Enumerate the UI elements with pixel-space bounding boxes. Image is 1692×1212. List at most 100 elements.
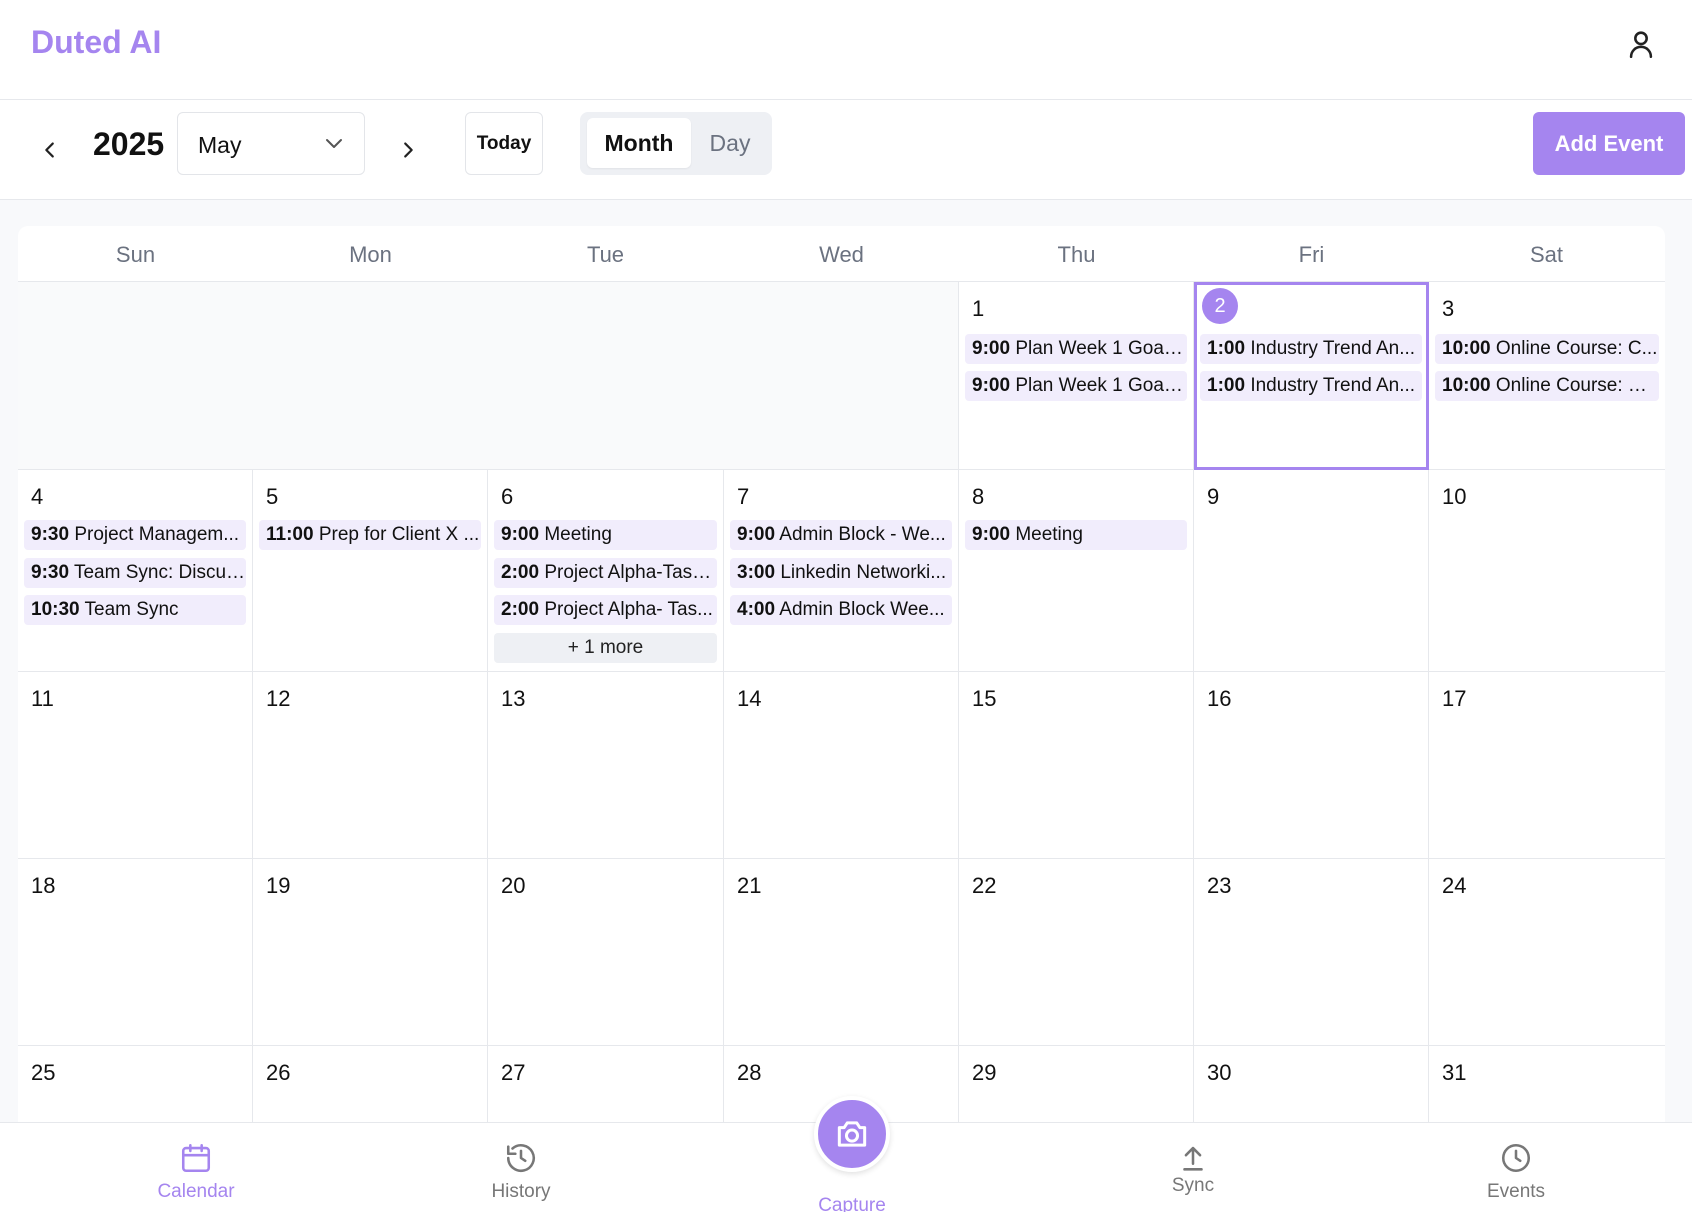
day-cell-18[interactable]: 18 <box>18 859 253 1046</box>
event-time: 1:00 <box>1207 375 1246 396</box>
weekday-label: Wed <box>819 242 864 267</box>
today-button[interactable]: Today <box>465 112 543 175</box>
nav-label: Calendar <box>157 1181 235 1202</box>
event-time: 9:30 <box>31 524 70 545</box>
day-number: 13 <box>501 686 526 711</box>
day-cell-17[interactable]: 17 <box>1429 672 1665 859</box>
event-chip[interactable]: 3:00 Linkedin Networki... <box>730 558 952 588</box>
more-events-button[interactable]: + 1 more <box>494 633 717 663</box>
day-cell-25[interactable]: 25 <box>18 1046 253 1126</box>
day-cell-23[interactable]: 23 <box>1194 859 1429 1046</box>
view-month-option[interactable]: Month <box>587 118 691 168</box>
day-cell-9[interactable]: 9 <box>1194 470 1429 672</box>
event-chip[interactable]: 9:00 Admin Block - We... <box>730 520 952 550</box>
event-chip[interactable]: 10:00 Online Course: Pr... <box>1435 371 1659 401</box>
nav-events[interactable]: Events <box>1436 1141 1596 1211</box>
chevron-right-icon <box>404 142 413 158</box>
prev-month-button[interactable] <box>28 128 72 172</box>
nav-label: Capture <box>818 1195 886 1212</box>
event-chip[interactable]: 9:00 Plan Week 1 Goals... <box>965 371 1187 401</box>
day-number: 20 <box>501 873 526 898</box>
event-title: Online Course: C... <box>1495 338 1658 359</box>
day-number: 14 <box>737 686 762 711</box>
day-cell-15[interactable]: 15 <box>959 672 1194 859</box>
day-cell-8[interactable]: 8 9:00 Meeting <box>959 470 1194 672</box>
day-cell-24[interactable]: 24 <box>1429 859 1665 1046</box>
day-number: 22 <box>972 873 997 898</box>
day-cell-3[interactable]: 3 10:00 Online Course: C... 10:00 Online… <box>1429 282 1665 470</box>
event-title: Industry Trend An... <box>1250 338 1416 359</box>
nav-sync[interactable]: Sync <box>1113 1141 1273 1211</box>
event-chip[interactable]: 11:00 Prep for Client X ... <box>259 520 481 550</box>
month-select-value: May <box>198 132 242 158</box>
day-number: 6 <box>501 484 514 509</box>
event-time: 9:30 <box>31 562 70 583</box>
event-chip[interactable]: 10:30 Team Sync <box>24 595 246 625</box>
day-number: 28 <box>737 1060 762 1085</box>
day-cell-2-today[interactable]: 2 1:00 Industry Trend An... 1:00 Industr… <box>1194 282 1429 470</box>
event-time: 2:00 <box>501 599 540 620</box>
day-cell-31[interactable]: 31 <box>1429 1046 1665 1126</box>
user-icon[interactable] <box>1624 27 1658 61</box>
month-select[interactable]: May <box>177 112 365 175</box>
nav-history[interactable]: History <box>441 1141 601 1211</box>
add-event-button[interactable]: Add Event <box>1533 112 1685 175</box>
calendar-icon <box>181 1143 211 1173</box>
event-time: 9:00 <box>737 524 776 545</box>
day-cell-20[interactable]: 20 <box>488 859 724 1046</box>
event-chip[interactable]: 9:00 Meeting <box>965 520 1187 550</box>
day-number: 31 <box>1442 1060 1467 1085</box>
next-month-button[interactable] <box>386 128 430 172</box>
day-cell-11[interactable]: 11 <box>18 672 253 859</box>
event-chip[interactable]: 1:00 Industry Trend An... <box>1200 334 1422 364</box>
day-cell-14[interactable]: 14 <box>724 672 959 859</box>
event-chip[interactable]: 2:00 Project Alpha-Task... <box>494 558 717 588</box>
day-number: 29 <box>972 1060 997 1085</box>
day-cell-13[interactable]: 13 <box>488 672 724 859</box>
event-title: Online Course: Pr... <box>1495 375 1659 396</box>
weekday-label: Fri <box>1298 242 1325 267</box>
day-number: 23 <box>1207 873 1232 898</box>
day-cell-26[interactable]: 26 <box>253 1046 488 1126</box>
day-cell-22[interactable]: 22 <box>959 859 1194 1046</box>
day-cell-19[interactable]: 19 <box>253 859 488 1046</box>
event-title: Admin Block Wee... <box>779 599 945 620</box>
day-number: 21 <box>737 873 762 898</box>
day-number: 30 <box>1207 1060 1232 1085</box>
day-cell-6[interactable]: 6 9:00 Meeting 2:00 Project Alpha-Task..… <box>488 470 724 672</box>
event-chip[interactable]: 9:00 Plan Week 1 Goals... <box>965 334 1187 364</box>
day-cell-29[interactable]: 29 <box>959 1046 1194 1126</box>
event-chip[interactable]: 4:00 Admin Block Wee... <box>730 595 952 625</box>
nav-calendar[interactable]: Calendar <box>116 1141 276 1211</box>
day-cell-16[interactable]: 16 <box>1194 672 1429 859</box>
capture-button[interactable] <box>814 1096 890 1172</box>
day-cell-12[interactable]: 12 <box>253 672 488 859</box>
event-time: 2:00 <box>501 562 540 583</box>
day-cell-7[interactable]: 7 9:00 Admin Block - We... 3:00 Linkedin… <box>724 470 959 672</box>
event-title: Team Sync <box>84 599 179 620</box>
weekday-label: Thu <box>1057 242 1096 267</box>
day-number: 7 <box>737 484 750 509</box>
day-cell-4[interactable]: 4 9:30 Project Managem... 9:30 Team Sync… <box>18 470 253 672</box>
event-chip[interactable]: 9:00 Meeting <box>494 520 717 550</box>
day-cell-10[interactable]: 10 <box>1429 470 1665 672</box>
view-day-option[interactable]: Day <box>694 118 766 168</box>
event-chip[interactable]: 10:00 Online Course: C... <box>1435 334 1659 364</box>
weekday-label: Tue <box>586 242 625 267</box>
nav-label: History <box>491 1181 551 1202</box>
day-number: 11 <box>31 686 54 711</box>
day-number: 18 <box>31 873 56 898</box>
day-cell-21[interactable]: 21 <box>724 859 959 1046</box>
clock-icon <box>1501 1143 1531 1173</box>
event-title: Plan Week 1 Goals... <box>1015 375 1187 396</box>
day-cell-1[interactable]: 1 9:00 Plan Week 1 Goals... 9:00 Plan We… <box>959 282 1194 470</box>
today-badge: 2 <box>1202 288 1238 324</box>
day-number: 3 <box>1442 296 1455 321</box>
event-chip[interactable]: 9:30 Team Sync: Discus... <box>24 558 246 588</box>
day-cell-30[interactable]: 30 <box>1194 1046 1429 1126</box>
event-chip[interactable]: 9:30 Project Managem... <box>24 520 246 550</box>
day-cell-5[interactable]: 5 11:00 Prep for Client X ... <box>253 470 488 672</box>
event-chip[interactable]: 2:00 Project Alpha- Tas... <box>494 595 717 625</box>
day-cell-27[interactable]: 27 <box>488 1046 724 1126</box>
event-chip[interactable]: 1:00 Industry Trend An... <box>1200 371 1422 401</box>
